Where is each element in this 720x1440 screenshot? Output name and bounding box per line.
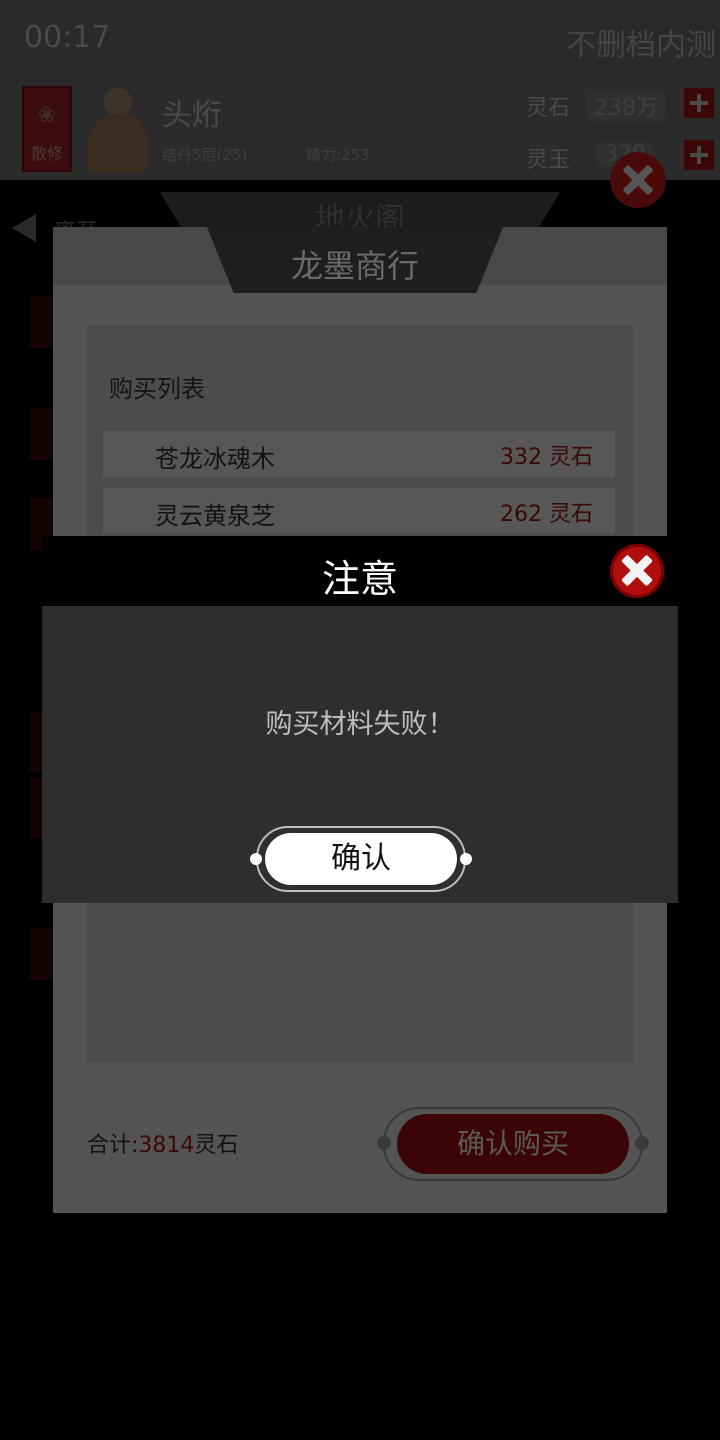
sect-badge[interactable]: ❀ 散修 [22, 86, 72, 172]
currency-label-lingyu: 灵玉 [526, 148, 571, 173]
close-icon[interactable] [610, 544, 664, 598]
purchase-list-item[interactable]: 苍龙冰魂木 332 灵石 [103, 431, 615, 477]
build-label: 不删档内测 [566, 28, 716, 63]
purchase-list-item[interactable]: 灵云黄泉芝 262 灵石 [103, 488, 615, 534]
total-cost: 合计:3814灵石 [87, 1127, 238, 1159]
alert-title: 注意 [321, 557, 398, 601]
clock-time: 00:17 [24, 20, 111, 55]
player-power: 精力:253 [306, 146, 370, 164]
status-bar: 00:17 不删档内测 [0, 0, 720, 78]
item-price: 262 灵石 [500, 502, 593, 527]
player-avatar[interactable] [82, 82, 154, 172]
lotus-icon: ❀ [37, 103, 57, 128]
background-tab [30, 928, 52, 980]
alert-body: 购买材料失败！ 确认 [42, 606, 678, 903]
player-info-bar: ❀ 散修 头烆 结丹5层(25) 精力:253 灵石 238万 灵玉 329 [0, 78, 720, 180]
shop-title: 龙墨商行 [290, 247, 419, 285]
background-tab [30, 408, 52, 460]
item-name: 苍龙冰魂木 [155, 445, 275, 473]
total-label: 合计: [87, 1133, 139, 1158]
background-close-icon[interactable] [610, 152, 666, 208]
alert-header: 注意 [42, 536, 678, 606]
currency-label-lingshi: 灵石 [526, 96, 571, 121]
frame-dot [377, 1136, 391, 1150]
alert-message: 购买材料失败！ [265, 709, 455, 740]
background-shop-title: 地火阁 [160, 192, 560, 232]
confirm-purchase-frame: 确认购买 [377, 1107, 649, 1181]
total-unit: 灵石 [194, 1133, 239, 1158]
frame-dot [250, 853, 262, 865]
frame-dot [460, 853, 472, 865]
back-arrow-icon[interactable] [12, 214, 36, 242]
confirm-purchase-button[interactable]: 确认购买 [397, 1114, 629, 1174]
add-lingshi-button[interactable] [684, 88, 714, 118]
ok-button[interactable]: 确认 [265, 833, 457, 885]
item-price: 332 灵石 [500, 445, 593, 470]
add-lingyu-button[interactable] [684, 140, 714, 170]
background-tab [30, 296, 52, 348]
purchase-list-heading: 购买列表 [109, 375, 205, 403]
sect-badge-label: 散修 [30, 144, 63, 163]
total-value: 3814 [138, 1133, 195, 1158]
shop-title-plate: 龙墨商行 [207, 227, 503, 293]
ok-button-frame: 确认 [250, 826, 472, 892]
frame-dot [635, 1136, 649, 1150]
player-name: 头烆 [162, 98, 222, 133]
currency-value-lingshi: 238万 [586, 90, 666, 122]
item-name: 灵云黄泉芝 [155, 502, 275, 530]
avatar-head [104, 88, 132, 116]
screen: 00:17 不删档内测 ❀ 散修 头烆 结丹5层(25) 精力:253 灵石 2… [0, 0, 720, 1440]
player-realm: 结丹5层(25) [162, 146, 248, 164]
avatar-robe [88, 114, 148, 172]
